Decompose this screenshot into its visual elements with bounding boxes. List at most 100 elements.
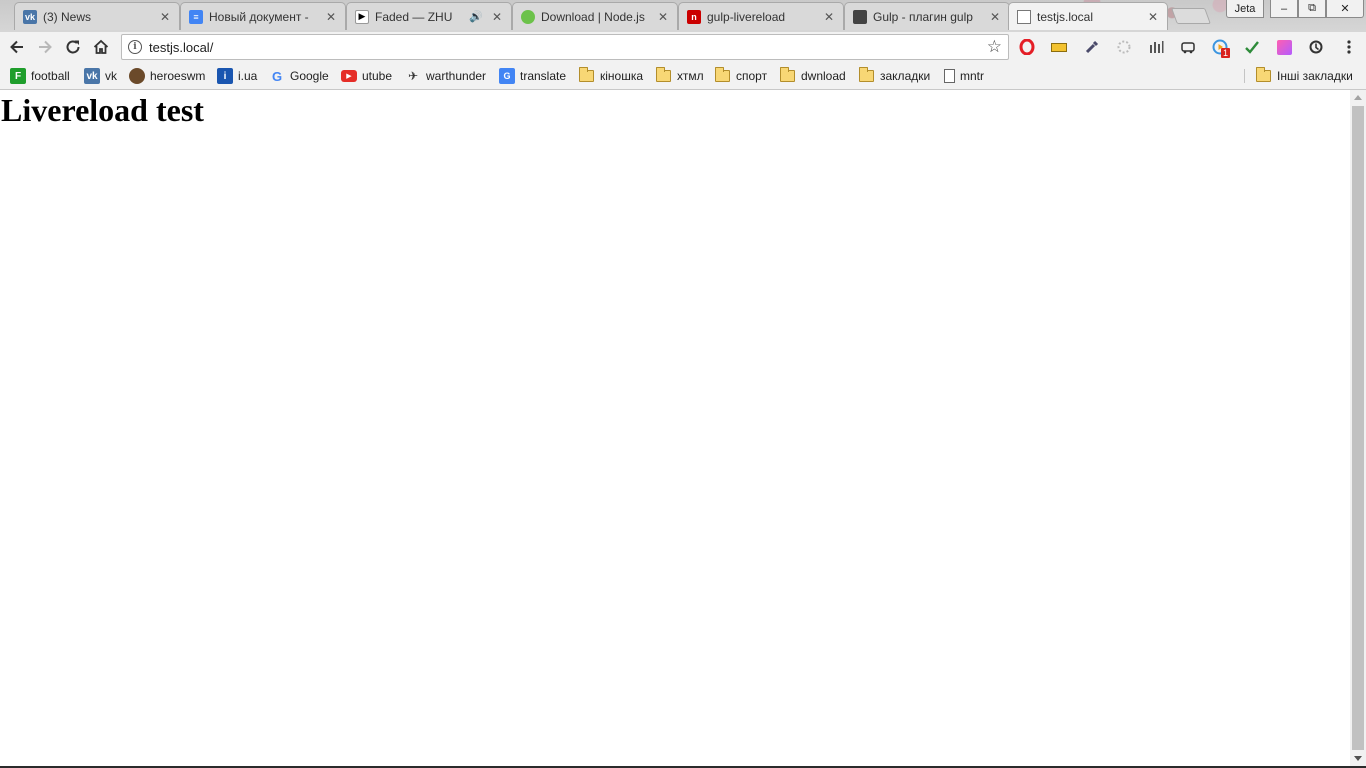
bookmark-folder-kinoshka[interactable]: кіношка bbox=[579, 67, 643, 85]
dotted-circle-extension-icon[interactable] bbox=[1115, 38, 1133, 56]
colorpicker-extension-icon[interactable] bbox=[1083, 38, 1101, 56]
menu-button[interactable] bbox=[1340, 38, 1358, 56]
page-viewport: Livereload test bbox=[0, 90, 1350, 766]
bookmark-label: хтмл bbox=[677, 69, 704, 83]
bus-icon bbox=[1181, 42, 1195, 54]
tab-close-icon[interactable]: ✕ bbox=[489, 10, 505, 24]
tab-close-icon[interactable]: ✕ bbox=[1145, 10, 1161, 24]
sync-icon bbox=[1309, 40, 1323, 54]
nodejs-icon bbox=[521, 9, 535, 24]
gradient-extension-icon[interactable] bbox=[1275, 38, 1293, 56]
tab-title: Gulp - плагин gulp bbox=[873, 9, 973, 24]
folder-icon bbox=[579, 67, 594, 82]
scroll-up-arrow-icon[interactable] bbox=[1354, 95, 1362, 100]
scroll-down-arrow-icon[interactable] bbox=[1354, 756, 1362, 761]
tab-faded-music[interactable]: ▶ Faded — ZHU 🔊 ✕ bbox=[346, 2, 512, 30]
docs-icon: ≡ bbox=[189, 9, 203, 24]
google-icon: G bbox=[271, 68, 283, 84]
vk-icon: vk bbox=[84, 68, 100, 84]
audio-playing-icon[interactable]: 🔊 bbox=[469, 10, 483, 23]
tab-testjs[interactable]: testjs.local ✕ bbox=[1008, 2, 1168, 30]
bookmark-folder-html[interactable]: хтмл bbox=[656, 67, 704, 85]
tab-close-icon[interactable]: ✕ bbox=[323, 10, 339, 24]
bus-extension-icon[interactable] bbox=[1179, 38, 1197, 56]
bookmark-label: Інші закладки bbox=[1277, 69, 1353, 83]
tab-close-icon[interactable]: ✕ bbox=[821, 10, 837, 24]
player-extension-icon[interactable]: 1 bbox=[1211, 38, 1231, 58]
bookmark-google[interactable]: G Google bbox=[269, 67, 329, 85]
home-button[interactable] bbox=[90, 36, 112, 58]
scrollbar-thumb[interactable] bbox=[1352, 106, 1364, 750]
tab-close-icon[interactable]: ✕ bbox=[987, 10, 1003, 24]
iua-icon: i bbox=[217, 68, 233, 84]
new-tab-button[interactable] bbox=[1171, 8, 1211, 24]
tab-title: (3) News bbox=[43, 9, 92, 24]
folder-icon bbox=[859, 67, 874, 82]
sync-extension-icon[interactable] bbox=[1307, 38, 1325, 56]
tab-google-doc[interactable]: ≡ Новый документ - ✕ bbox=[180, 2, 346, 30]
tab-gulp-livereload[interactable]: n gulp-livereload ✕ bbox=[678, 2, 844, 30]
forward-button[interactable] bbox=[34, 36, 56, 58]
npm-icon: n bbox=[687, 9, 701, 24]
bookmark-star-icon[interactable]: ☆ bbox=[987, 37, 1002, 57]
bookmark-utube[interactable]: ▶ utube bbox=[341, 67, 392, 85]
bookmark-label: Google bbox=[290, 69, 329, 83]
bookmark-vk[interactable]: vk vk bbox=[84, 67, 117, 85]
tab-title: Download | Node.js bbox=[541, 9, 645, 24]
bookmark-mntr[interactable]: mntr bbox=[944, 67, 984, 85]
checkmark-icon bbox=[1245, 41, 1259, 54]
bookmark-label: heroeswm bbox=[150, 69, 206, 83]
ruler-extension-icon[interactable] bbox=[1050, 38, 1068, 56]
page-icon bbox=[944, 69, 955, 83]
tab-close-icon[interactable]: ✕ bbox=[157, 10, 173, 24]
bookmark-label: utube bbox=[362, 69, 393, 83]
bar-chart-icon bbox=[1150, 41, 1164, 53]
bookmark-translate[interactable]: G translate bbox=[499, 67, 566, 85]
warthunder-icon: ✈ bbox=[407, 69, 419, 83]
bookmark-label: warthunder bbox=[426, 69, 487, 83]
back-button[interactable] bbox=[6, 36, 28, 58]
tab-title: testjs.local bbox=[1037, 9, 1094, 24]
profile-button[interactable]: Jeta bbox=[1226, 0, 1264, 18]
bookmark-folder-dwnload[interactable]: dwnload bbox=[780, 67, 846, 85]
minimize-button[interactable]: – bbox=[1270, 0, 1298, 18]
bookmark-label: закладки bbox=[880, 69, 931, 83]
bookmark-label: vk bbox=[105, 69, 117, 83]
other-bookmarks[interactable]: Інші закладки bbox=[1256, 67, 1353, 85]
address-bar[interactable]: i testjs.local/ ☆ bbox=[121, 34, 1009, 60]
tab-gulp-plugin[interactable]: Gulp - плагин gulp ✕ bbox=[844, 2, 1010, 30]
bookmark-football[interactable]: F football bbox=[10, 67, 70, 85]
football-icon: F bbox=[10, 68, 26, 84]
folder-icon bbox=[715, 67, 730, 82]
bookmark-folder-sport[interactable]: спорт bbox=[715, 67, 767, 85]
tab-nodejs[interactable]: Download | Node.js ✕ bbox=[512, 2, 678, 30]
home-icon bbox=[93, 39, 109, 54]
vk-icon: vk bbox=[23, 9, 37, 24]
vertical-scrollbar[interactable] bbox=[1350, 90, 1366, 766]
site-info-icon[interactable]: i bbox=[128, 40, 142, 54]
page-icon bbox=[1017, 9, 1031, 24]
page-heading: Livereload test bbox=[1, 92, 204, 128]
stats-extension-icon[interactable] bbox=[1147, 38, 1165, 56]
youtube-icon: ▶ bbox=[341, 70, 357, 82]
close-window-button[interactable]: ✕ bbox=[1326, 0, 1364, 18]
check-extension-icon[interactable] bbox=[1243, 38, 1261, 56]
tab-news[interactable]: vk (3) News ✕ bbox=[14, 2, 180, 30]
opera-vpn-extension-icon[interactable] bbox=[1018, 38, 1036, 56]
bookmark-label: dwnload bbox=[801, 69, 846, 83]
bookmark-label: i.ua bbox=[238, 69, 258, 83]
arrow-left-icon bbox=[10, 40, 23, 54]
url-text[interactable]: testjs.local/ bbox=[149, 40, 213, 55]
browser-toolbar: i testjs.local/ ☆ 1 bbox=[0, 32, 1366, 62]
bookmark-heroeswm[interactable]: heroeswm bbox=[129, 67, 205, 85]
restore-button[interactable]: ⧉ bbox=[1298, 0, 1326, 18]
bookmark-warthunder[interactable]: ✈ warthunder bbox=[405, 67, 486, 85]
tab-close-icon[interactable]: ✕ bbox=[655, 10, 671, 24]
bookmark-label: football bbox=[31, 69, 70, 83]
bookmark-folder-zakladki[interactable]: закладки bbox=[859, 67, 930, 85]
reload-button[interactable] bbox=[62, 36, 84, 58]
bookmark-iua[interactable]: i i.ua bbox=[217, 67, 257, 85]
folder-icon bbox=[656, 67, 671, 82]
tab-strip: vk (3) News ✕ ≡ Новый документ - ✕ ▶ Fad… bbox=[0, 0, 1366, 32]
extension-badge: 1 bbox=[1221, 48, 1231, 58]
